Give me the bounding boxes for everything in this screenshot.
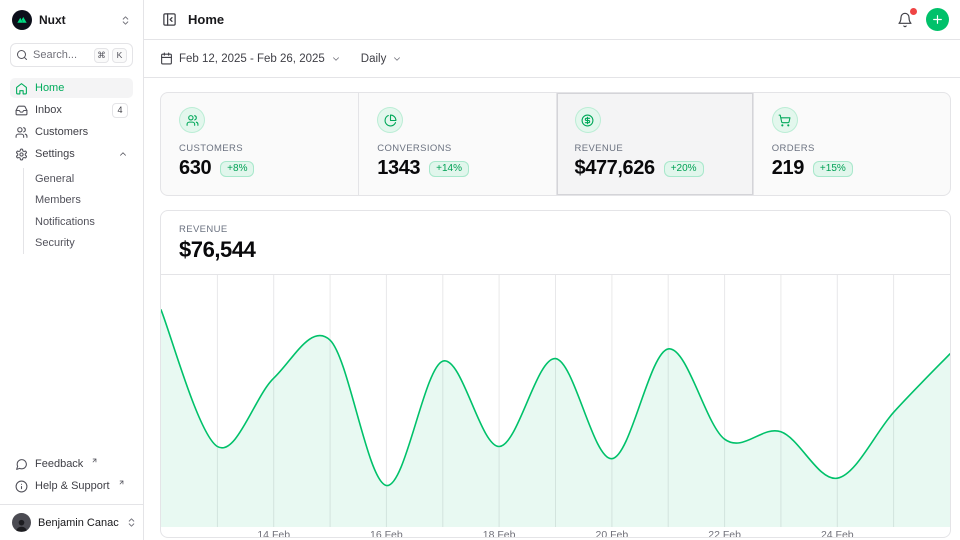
workspace-name: Nuxt [39, 13, 66, 27]
plus-icon [931, 13, 944, 26]
sidebar: Nuxt Search... ⌘ K Home [0, 0, 144, 540]
notification-dot [910, 8, 917, 15]
kbd-meta: ⌘ [94, 48, 109, 63]
stat-customers[interactable]: CUSTOMERS 630 +8% [161, 93, 358, 195]
new-item-button[interactable] [926, 8, 949, 31]
granularity-select[interactable]: Daily [361, 53, 403, 65]
workspace-switcher[interactable]: Nuxt [0, 0, 143, 36]
home-icon [15, 82, 28, 95]
nuxt-logo-icon [12, 10, 32, 30]
granularity-label: Daily [361, 53, 387, 65]
search-input[interactable]: Search... ⌘ K [10, 43, 133, 67]
external-link-icon [118, 479, 125, 486]
stat-value: $477,626 [575, 157, 655, 180]
stat-label: REVENUE [575, 143, 735, 154]
revenue-chart-card: REVENUE $76,544 14 Feb 16 Feb 18 Feb 20 Feb… [160, 210, 951, 538]
x-axis-tick: 20 Feb [596, 529, 629, 538]
message-circle-icon [15, 458, 28, 471]
stats-grid: CUSTOMERS 630 +8% CONVERSIONS 1343 +14% [160, 92, 951, 196]
avatar [12, 513, 31, 532]
chevron-down-icon [331, 54, 341, 64]
sidebar-item-settings[interactable]: Settings [10, 144, 133, 164]
users-icon [15, 126, 28, 139]
user-name: Benjamin Canac [38, 517, 119, 529]
nav-label: Customers [35, 126, 88, 138]
stat-label: CUSTOMERS [179, 143, 340, 154]
stat-label: CONVERSIONS [377, 143, 537, 154]
sidebar-nav: Home Inbox 4 Customers Settings [0, 78, 143, 254]
delta-badge: +20% [664, 161, 704, 177]
users-icon [179, 107, 205, 133]
x-axis-tick: 24 Feb [821, 529, 854, 538]
search-icon [16, 49, 28, 61]
chevron-up-icon [118, 149, 128, 159]
external-link-icon [91, 457, 98, 464]
x-axis-tick: 14 Feb [257, 529, 290, 538]
shopping-cart-icon [772, 107, 798, 133]
chart-plot-area[interactable]: 14 Feb 16 Feb 18 Feb 20 Feb 22 Feb 24 Feb [161, 275, 950, 538]
sidebar-spacer [0, 254, 143, 454]
x-axis-tick: 18 Feb [483, 529, 516, 538]
page-title: Home [188, 12, 224, 27]
chart-metric-label: REVENUE [179, 224, 932, 235]
stat-value: 630 [179, 157, 211, 180]
info-circle-icon [15, 480, 28, 493]
stat-conversions[interactable]: CONVERSIONS 1343 +14% [358, 93, 555, 195]
revenue-chart-svg: 14 Feb 16 Feb 18 Feb 20 Feb 22 Feb 24 Feb [161, 275, 950, 538]
nav-label: Settings [35, 148, 75, 160]
x-axis-tick: 22 Feb [708, 529, 741, 538]
user-menu[interactable]: Benjamin Canac [0, 504, 143, 540]
search-placeholder: Search... [33, 49, 77, 61]
page-header: Home [144, 0, 960, 40]
x-axis-tick: 16 Feb [370, 529, 403, 538]
dashboard-content: CUSTOMERS 630 +8% CONVERSIONS 1343 +14% [144, 78, 960, 540]
sidebar-item-members[interactable]: Members [35, 190, 133, 212]
calendar-icon [160, 52, 173, 65]
panel-left-close-icon [162, 12, 177, 27]
kbd-k: K [112, 48, 127, 63]
chart-pie-icon [377, 107, 403, 133]
feedback-link[interactable]: Feedback [10, 454, 133, 474]
sidebar-item-general[interactable]: General [35, 168, 133, 190]
sidebar-item-notifications[interactable]: Notifications [35, 211, 133, 233]
date-range-picker[interactable]: Feb 12, 2025 - Feb 26, 2025 [160, 52, 341, 65]
inbox-icon [15, 104, 28, 117]
chart-header: REVENUE $76,544 [161, 211, 950, 275]
nav-label: Help & Support [35, 480, 110, 492]
date-range-label: Feb 12, 2025 - Feb 26, 2025 [179, 53, 325, 65]
chevrons-up-down-icon [126, 517, 137, 528]
sidebar-item-security[interactable]: Security [35, 233, 133, 255]
gear-icon [15, 148, 28, 161]
help-support-link[interactable]: Help & Support [10, 476, 133, 496]
chevrons-up-down-icon [120, 15, 131, 26]
delta-badge: +14% [429, 161, 469, 177]
filters-toolbar: Feb 12, 2025 - Feb 26, 2025 Daily [144, 40, 960, 78]
stat-label: ORDERS [772, 143, 932, 154]
circle-dollar-icon [575, 107, 601, 133]
stat-value: 219 [772, 157, 804, 180]
notifications-button[interactable] [895, 10, 915, 30]
main-area: Home Feb 12, 2 [144, 0, 960, 540]
nav-label: Inbox [35, 104, 62, 116]
inbox-count-badge: 4 [112, 103, 128, 118]
delta-badge: +8% [220, 161, 254, 177]
stat-orders[interactable]: ORDERS 219 +15% [753, 93, 950, 195]
sidebar-item-home[interactable]: Home [10, 78, 133, 98]
nav-label: Home [35, 82, 64, 94]
chevron-down-icon [392, 54, 402, 64]
chart-metric-value: $76,544 [179, 237, 932, 263]
app-window: Nuxt Search... ⌘ K Home [0, 0, 960, 540]
stat-value: 1343 [377, 157, 420, 180]
stat-revenue[interactable]: REVENUE $477,626 +20% [556, 93, 753, 195]
delta-badge: +15% [813, 161, 853, 177]
sidebar-item-inbox[interactable]: Inbox 4 [10, 100, 133, 120]
sidebar-collapse-button[interactable] [160, 10, 179, 29]
nav-label: Feedback [35, 458, 83, 470]
sidebar-item-customers[interactable]: Customers [10, 122, 133, 142]
settings-submenu: General Members Notifications Security [23, 168, 133, 254]
sidebar-footer-links: Feedback Help & Support [0, 454, 143, 504]
search-shortcut: ⌘ K [94, 48, 127, 63]
